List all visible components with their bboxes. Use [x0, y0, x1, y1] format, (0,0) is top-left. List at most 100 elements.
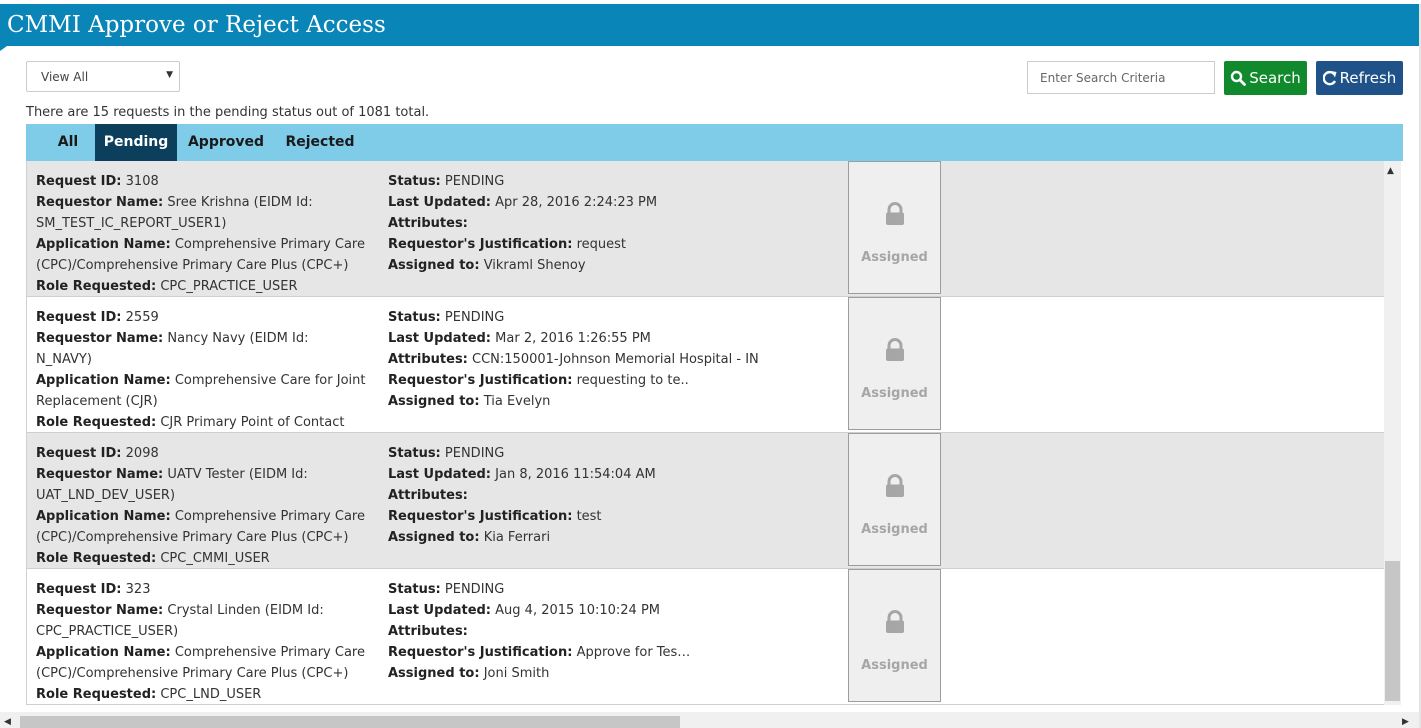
tab-rejected[interactable]: Rejected — [281, 124, 359, 161]
request-id-label: Request ID: — [36, 446, 122, 461]
scroll-up-icon[interactable]: ▲ — [1387, 166, 1394, 176]
last-updated-label: Last Updated: — [388, 603, 492, 618]
status-value: PENDING — [444, 446, 505, 461]
role-requested-label: Role Requested: — [36, 415, 157, 430]
scroll-left-icon[interactable]: ◀ — [4, 717, 11, 727]
assigned-label: Assigned — [861, 658, 928, 673]
search-input[interactable] — [1027, 61, 1215, 94]
last-updated-value: Mar 2, 2016 1:26:55 PM — [495, 331, 651, 346]
request-row: Request ID: 323 Requestor Name: Crystal … — [27, 569, 1384, 705]
assigned-to-value: Joni Smith — [483, 666, 550, 681]
refresh-button-label: Refresh — [1339, 69, 1397, 87]
lock-icon — [886, 338, 904, 361]
requestor-name-label: Requestor Name: — [36, 603, 164, 618]
assigned-to-value: Vikraml Shenoy — [483, 258, 586, 273]
assigned-to-label: Assigned to: — [388, 394, 480, 409]
request-row: Request ID: 2098 Requestor Name: UATV Te… — [27, 433, 1384, 569]
attributes-label: Attributes: — [388, 352, 468, 367]
tab-pending[interactable]: Pending — [95, 124, 177, 161]
assigned-button[interactable]: Assigned — [848, 569, 941, 702]
justification-value: requesting to te.. — [576, 373, 689, 388]
justification-value: request — [576, 237, 626, 252]
last-updated-value: Jan 8, 2016 11:54:04 AM — [495, 467, 656, 482]
status-value: PENDING — [444, 310, 505, 325]
last-updated-label: Last Updated: — [388, 195, 492, 210]
request-status-details: Status: PENDING Last Updated: Aug 4, 201… — [388, 579, 848, 684]
justification-label: Requestor's Justification: — [388, 373, 573, 388]
lock-icon — [886, 202, 904, 225]
request-details: Request ID: 323 Requestor Name: Crystal … — [36, 579, 366, 705]
request-status-details: Status: PENDING Last Updated: Mar 2, 201… — [388, 307, 848, 412]
request-details: Request ID: 2559 Requestor Name: Nancy N… — [36, 307, 366, 454]
horizontal-scroll-thumb[interactable] — [20, 716, 680, 728]
lock-icon — [886, 474, 904, 497]
justification-value: Approve for Tes… — [576, 645, 691, 660]
requestor-name-label: Requestor Name: — [36, 467, 164, 482]
requestor-name-label: Requestor Name: — [36, 331, 164, 346]
request-id-label: Request ID: — [36, 310, 122, 325]
chevron-down-icon: ▼ — [166, 70, 173, 80]
role-requested-value: CPC_CMMI_USER — [160, 551, 270, 566]
attributes-label: Attributes: — [388, 624, 468, 639]
search-icon — [1231, 70, 1247, 86]
assigned-label: Assigned — [861, 250, 928, 265]
request-list: Request ID: 3108 Requestor Name: Sree Kr… — [26, 161, 1384, 705]
vertical-scrollbar[interactable]: ▲ — [1384, 161, 1401, 705]
request-row: Request ID: 2559 Requestor Name: Nancy N… — [27, 297, 1384, 451]
request-status-details: Status: PENDING Last Updated: Jan 8, 201… — [388, 443, 848, 548]
assigned-to-label: Assigned to: — [388, 258, 480, 273]
justification-value: test — [576, 509, 602, 524]
last-updated-label: Last Updated: — [388, 467, 492, 482]
view-filter-select[interactable]: View All ▼ — [26, 61, 180, 92]
horizontal-scrollbar[interactable]: ◀ ▶ — [0, 712, 1419, 728]
assigned-to-label: Assigned to: — [388, 530, 480, 545]
assigned-label: Assigned — [861, 386, 928, 401]
request-summary: There are 15 requests in the pending sta… — [26, 105, 430, 120]
last-updated-value: Apr 28, 2016 2:24:23 PM — [495, 195, 658, 210]
attributes-label: Attributes: — [388, 488, 468, 503]
request-id-label: Request ID: — [36, 582, 122, 597]
status-value: PENDING — [444, 582, 505, 597]
view-filter-value: View All — [41, 70, 89, 84]
application-name-label: Application Name: — [36, 237, 171, 252]
refresh-button[interactable]: Refresh — [1316, 61, 1403, 95]
vertical-scroll-thumb[interactable] — [1385, 561, 1400, 701]
status-value: PENDING — [444, 174, 505, 189]
search-button[interactable]: Search — [1224, 61, 1307, 95]
application-name-label: Application Name: — [36, 509, 171, 524]
page-header: CMMI Approve or Reject Access — [0, 4, 1419, 46]
role-requested-label: Role Requested: — [36, 687, 157, 702]
request-id-value: 2559 — [125, 310, 159, 325]
request-id-label: Request ID: — [36, 174, 122, 189]
role-requested-label: Role Requested: — [36, 279, 157, 294]
tab-all[interactable]: All — [44, 124, 92, 161]
request-id-value: 2098 — [125, 446, 159, 461]
role-requested-value: CPC_LND_USER — [160, 687, 262, 702]
last-updated-value: Aug 4, 2015 10:10:24 PM — [495, 603, 660, 618]
assigned-to-value: Kia Ferrari — [483, 530, 551, 545]
assigned-button[interactable]: Assigned — [848, 297, 941, 430]
role-requested-label: Role Requested: — [36, 551, 157, 566]
request-row: Request ID: 3108 Requestor Name: Sree Kr… — [27, 161, 1384, 297]
status-tabs: All Pending Approved Rejected — [26, 124, 1403, 161]
status-label: Status: — [388, 446, 441, 461]
justification-label: Requestor's Justification: — [388, 237, 573, 252]
search-button-label: Search — [1249, 69, 1301, 87]
page-title: CMMI Approve or Reject Access — [7, 12, 386, 38]
request-id-value: 3108 — [125, 174, 159, 189]
assigned-to-value: Tia Evelyn — [483, 394, 551, 409]
requestor-name-label: Requestor Name: — [36, 195, 164, 210]
attributes-value: CCN:150001-Johnson Memorial Hospital - I… — [472, 352, 759, 367]
application-name-label: Application Name: — [36, 373, 171, 388]
header-notch — [0, 46, 7, 51]
tab-approved[interactable]: Approved — [186, 124, 266, 161]
assigned-button[interactable]: Assigned — [848, 433, 941, 566]
attributes-label: Attributes: — [388, 216, 468, 231]
scroll-right-icon[interactable]: ▶ — [1402, 717, 1409, 727]
refresh-icon — [1322, 70, 1337, 86]
assigned-label: Assigned — [861, 522, 928, 537]
lock-icon — [886, 610, 904, 633]
justification-label: Requestor's Justification: — [388, 645, 573, 660]
assigned-button[interactable]: Assigned — [848, 161, 941, 294]
request-details: Request ID: 2098 Requestor Name: UATV Te… — [36, 443, 366, 569]
